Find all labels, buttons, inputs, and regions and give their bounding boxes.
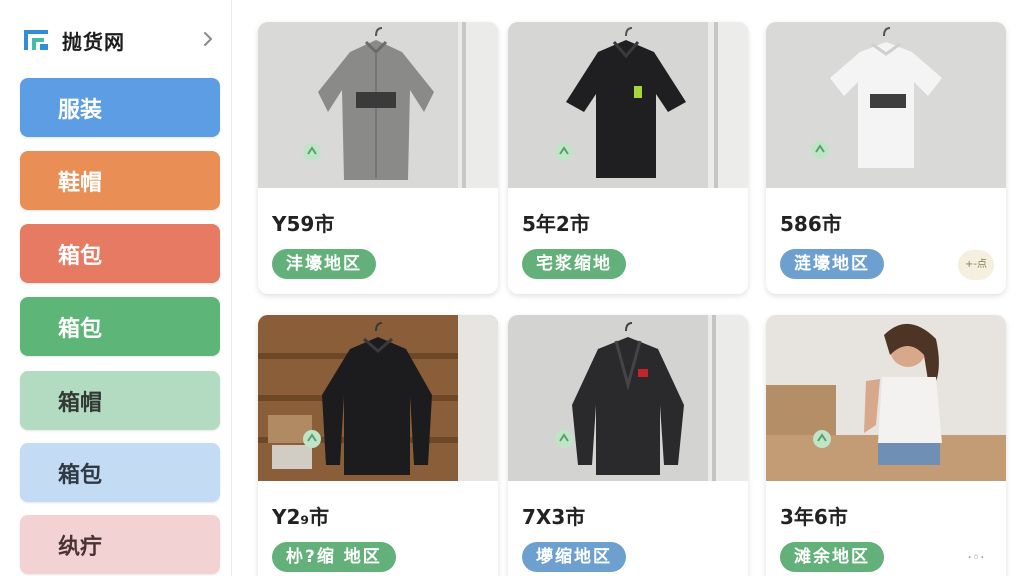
category-item[interactable]: 箱包 <box>20 224 220 283</box>
brand-header[interactable]: 抛货网 <box>20 22 220 58</box>
region-badge[interactable]: 宅浆缩地 <box>522 249 626 279</box>
product-price: 5年2市 <box>522 212 590 236</box>
product-price: 586市 <box>780 212 842 236</box>
product-price: Y59市 <box>272 212 335 236</box>
product-image <box>766 315 1006 481</box>
category-item[interactable]: 箱包 <box>20 443 220 502</box>
category-item[interactable]: 箱帽 <box>20 371 220 430</box>
category-item[interactable]: 纨疔 <box>20 515 220 574</box>
tag-badge[interactable]: +-点 <box>958 250 994 280</box>
product-card[interactable]: 5年2市 宅浆缩地 <box>508 22 748 294</box>
more-icon[interactable]: ·◦· <box>958 543 994 573</box>
product-card[interactable]: 3年6市 滩余地区 ·◦· <box>766 315 1006 576</box>
category-item[interactable]: 箱包 <box>20 297 220 356</box>
region-badge[interactable]: 沣壕地区 <box>272 249 376 279</box>
product-card[interactable]: 586市 涟壕地区 +-点 <box>766 22 1006 294</box>
category-label: 箱包 <box>58 462 103 488</box>
product-card[interactable]: Y59市 沣壕地区 <box>258 22 498 294</box>
category-item[interactable]: 鞋帽 <box>20 151 220 210</box>
category-item[interactable]: 服装 <box>20 78 220 137</box>
product-image <box>766 22 1006 188</box>
region-badge[interactable]: 滩余地区 <box>780 542 884 572</box>
product-card[interactable]: Y2₉市 㭂?缩 地区 <box>258 315 498 576</box>
product-image <box>258 22 498 188</box>
product-image <box>508 315 748 481</box>
product-price: 7X3市 <box>522 505 586 529</box>
product-image <box>508 22 748 188</box>
product-image <box>258 315 498 481</box>
region-badge[interactable]: 涟壕地区 <box>780 249 884 279</box>
brand-logo-icon <box>20 24 52 56</box>
product-price: 3年6市 <box>780 505 848 529</box>
category-label: 鞋帽 <box>58 170 103 196</box>
category-label: 箱包 <box>58 243 103 269</box>
product-price: Y2₉市 <box>272 505 330 529</box>
sidebar: 抛货网 服装 鞋帽 箱包 箱包 箱帽 箱包 纨疔 <box>0 0 232 576</box>
product-card[interactable]: 7X3市 㙹缩地区 <box>508 315 748 576</box>
brand-name: 抛货网 <box>62 29 125 54</box>
chevron-right-icon[interactable] <box>198 29 218 49</box>
region-badge[interactable]: 㙹缩地区 <box>522 542 626 572</box>
category-label: 箱包 <box>58 316 103 342</box>
category-label: 箱帽 <box>58 390 103 416</box>
category-label: 服装 <box>58 97 103 123</box>
category-label: 纨疔 <box>58 534 103 560</box>
region-badge[interactable]: 㭂?缩 地区 <box>272 542 396 572</box>
